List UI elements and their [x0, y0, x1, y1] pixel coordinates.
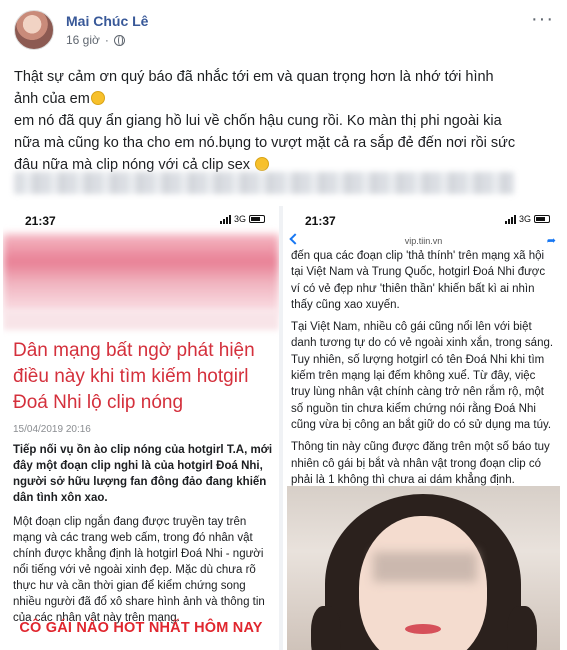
laughing-emoji-icon — [255, 157, 270, 171]
post-time[interactable]: 16 giờ — [66, 33, 100, 47]
article-paragraph: Thông tin này cũng được đăng trên một số… — [291, 441, 550, 486]
battery-icon — [534, 215, 550, 223]
article-lead: Tiếp nối vụ ồn ào clip nóng của hotgirl … — [13, 444, 273, 504]
battery-icon — [249, 215, 265, 223]
post-header: Mai Chúc Lê 16 giờ · ··· — [14, 9, 554, 54]
article-date: 15/04/2019 20:16 — [13, 424, 91, 435]
status-icons: 3G — [219, 214, 265, 224]
post-text-line: nữa mà cũng ko tha cho em nó.bụng to vượ… — [14, 135, 516, 151]
attached-images[interactable]: 21:37 3G Dân mạng bất ngờ phát hiện điều… — [3, 206, 564, 650]
blurred-text — [14, 172, 514, 194]
article-title: Dân mạng bất ngờ phát hiện điều này khi … — [13, 340, 255, 413]
url-text: vip.tiin.vn — [404, 236, 443, 246]
share-icon: ➦ — [546, 235, 556, 247]
network-label: 3G — [518, 214, 531, 224]
right-screenshot[interactable]: 21:37 3G vip.tiin.vn ➦ đến qua các đoạn … — [283, 206, 564, 650]
globe-icon[interactable] — [113, 34, 125, 46]
meta-separator: · — [104, 33, 109, 47]
post-text: Thật sự cảm ơn quý báo đã nhắc tới em và… — [14, 66, 549, 176]
network-label: 3G — [233, 214, 246, 224]
promo-heading: CÔ GÁI NÀO HOT NHẤT HÔM NAY — [19, 620, 263, 636]
post-text-line: em nó đã quy ẩn giang hồ lui về chốn hậu… — [14, 113, 502, 129]
author-name[interactable]: Mai Chúc Lê — [66, 13, 148, 29]
photo-braid-right — [507, 606, 537, 650]
signal-icon — [504, 214, 516, 224]
article-body: Một đoạn clip ngắn đang được truyền tay … — [13, 516, 265, 624]
article-paragraph: Tại Việt Nam, nhiều cô gái cũng nổi lên … — [291, 321, 554, 431]
post-text-line: ảnh của em — [14, 88, 549, 110]
avatar[interactable] — [14, 10, 54, 50]
photo-braid-left — [311, 606, 341, 650]
blurred-banner — [3, 234, 279, 314]
article-paragraph: đến qua các đoạn clip 'thả thính' trên m… — [291, 250, 546, 311]
signal-icon — [219, 214, 231, 224]
status-time: 21:37 — [305, 214, 336, 228]
status-bar: 21:37 3G — [283, 206, 564, 232]
status-bar: 21:37 3G — [3, 206, 279, 232]
blurred-eyes — [373, 552, 477, 582]
post-meta: 16 giờ · — [66, 33, 125, 47]
post-text-line: Thật sự cảm ơn quý báo đã nhắc tới em và… — [14, 69, 494, 85]
article-photo — [287, 486, 560, 650]
article-text: đến qua các đoạn clip 'thả thính' trên m… — [291, 248, 557, 494]
status-time: 21:37 — [25, 214, 56, 228]
blurred-banner-bottom — [3, 310, 279, 330]
left-screenshot[interactable]: 21:37 3G Dân mạng bất ngờ phát hiện điều… — [3, 206, 279, 650]
photo-lips — [405, 624, 441, 634]
status-icons: 3G — [504, 214, 550, 224]
more-options-icon[interactable]: ··· — [531, 9, 554, 29]
laughing-emoji-icon — [90, 91, 105, 105]
